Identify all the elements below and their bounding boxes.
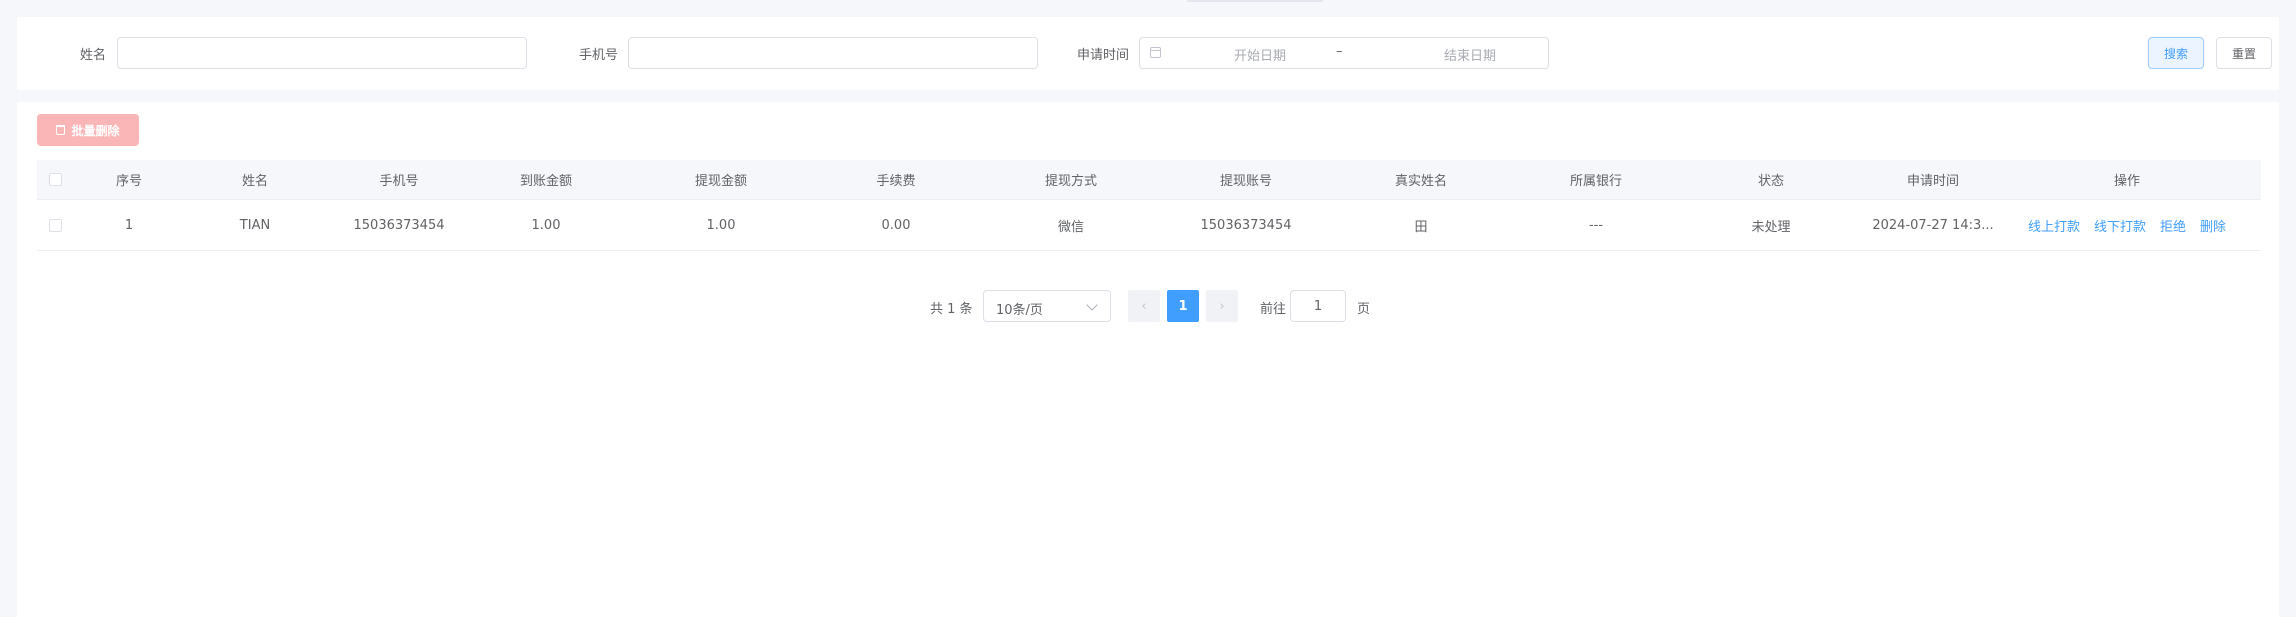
cell-name: TIAN <box>239 217 271 233</box>
col-fee: 手续费 <box>876 174 916 189</box>
phone-input[interactable] <box>628 37 1038 69</box>
delete-link[interactable]: 删除 <box>2200 216 2226 235</box>
col-time: 申请时间 <box>1906 174 1959 189</box>
reject-link[interactable]: 拒绝 <box>2160 216 2186 235</box>
col-bank: 所属银行 <box>1569 174 1622 189</box>
date-separator: – <box>1336 44 1343 59</box>
cell-fee: 0.00 <box>881 217 911 233</box>
date-range-picker[interactable]: 开始日期 – 结束日期 <box>1139 37 1549 69</box>
phone-label: 手机号 <box>579 48 619 63</box>
row-checkbox-cell <box>37 200 73 250</box>
name-input[interactable] <box>117 37 527 69</box>
offline-payout-link[interactable]: 线下打款 <box>2094 216 2146 235</box>
cell-received: 1.00 <box>531 217 561 233</box>
chevron-down-icon <box>1086 299 1098 311</box>
table-header: 序号 姓名 手机号 到账金额 提现金额 手续费 提现方式 提现账号 真实姓名 所… <box>37 160 2261 200</box>
search-button[interactable]: 搜索 <box>2148 37 2204 69</box>
col-index: 序号 <box>115 174 142 189</box>
col-name: 姓名 <box>241 174 268 189</box>
col-status: 状态 <box>1757 174 1784 189</box>
pagination-total: 共 1 条 <box>930 302 973 317</box>
cell-amount: 1.00 <box>706 217 736 233</box>
date-start-input[interactable]: 开始日期 <box>1190 45 1330 64</box>
goto-label: 前往 <box>1260 302 1287 317</box>
cell-status: 未处理 <box>1751 219 1791 235</box>
cell-time: 2024-07-27 14:3... <box>1873 217 1993 233</box>
row-checkbox[interactable] <box>48 218 62 232</box>
page-size-value: 10条/页 <box>996 303 1043 318</box>
col-received: 到账金额 <box>519 174 572 189</box>
cell-method: 微信 <box>1057 219 1084 235</box>
table-row: 1 TIAN 15036373454 1.00 1.00 0.00 微信 150… <box>37 200 2261 251</box>
cell-index: 1 <box>124 217 134 233</box>
col-method: 提现方式 <box>1044 174 1097 189</box>
page-number-current[interactable]: 1 <box>1167 290 1199 322</box>
date-end-input[interactable]: 结束日期 <box>1400 45 1540 64</box>
col-phone: 手机号 <box>379 174 419 189</box>
cell-actions: 线上打款 线下打款 拒绝 删除 <box>1993 200 2261 250</box>
next-page-button[interactable]: › <box>1206 290 1238 322</box>
name-label: 姓名 <box>80 48 107 63</box>
page-suffix: 页 <box>1357 302 1371 317</box>
calendar-icon <box>1150 47 1161 58</box>
cell-phone: 15036373454 <box>353 217 445 233</box>
cell-bank: --- <box>1588 217 1604 233</box>
filter-panel: 姓名 手机号 申请时间 开始日期 – 结束日期 搜索 重置 <box>17 17 2279 90</box>
col-actions: 操作 <box>2113 174 2140 189</box>
goto-page-input[interactable] <box>1290 290 1346 322</box>
header-checkbox-cell <box>37 160 73 199</box>
cell-real-name: 田 <box>1414 219 1428 235</box>
cell-account: 15036373454 <box>1200 217 1292 233</box>
online-payout-link[interactable]: 线上打款 <box>2028 216 2080 235</box>
prev-page-button[interactable]: ‹ <box>1128 290 1160 322</box>
batch-delete-label: 批量删除 <box>71 123 120 138</box>
select-all-checkbox[interactable] <box>48 173 62 186</box>
batch-delete-button[interactable]: 批量删除 <box>37 114 139 146</box>
col-real-name: 真实姓名 <box>1394 174 1447 189</box>
top-tab-indicator <box>1187 0 1323 2</box>
chevron-right-icon: › <box>1219 298 1225 314</box>
time-label: 申请时间 <box>1077 48 1130 63</box>
reset-button[interactable]: 重置 <box>2216 37 2272 69</box>
trash-icon <box>56 125 66 135</box>
col-amount: 提现金额 <box>694 174 747 189</box>
chevron-left-icon: ‹ <box>1141 298 1147 314</box>
table-panel: 批量删除 序号 姓名 手机号 到账金额 提现金额 手续费 提现方式 提现账号 真… <box>17 102 2279 617</box>
page-size-select[interactable]: 10条/页 <box>983 290 1111 322</box>
col-account: 提现账号 <box>1219 174 1272 189</box>
